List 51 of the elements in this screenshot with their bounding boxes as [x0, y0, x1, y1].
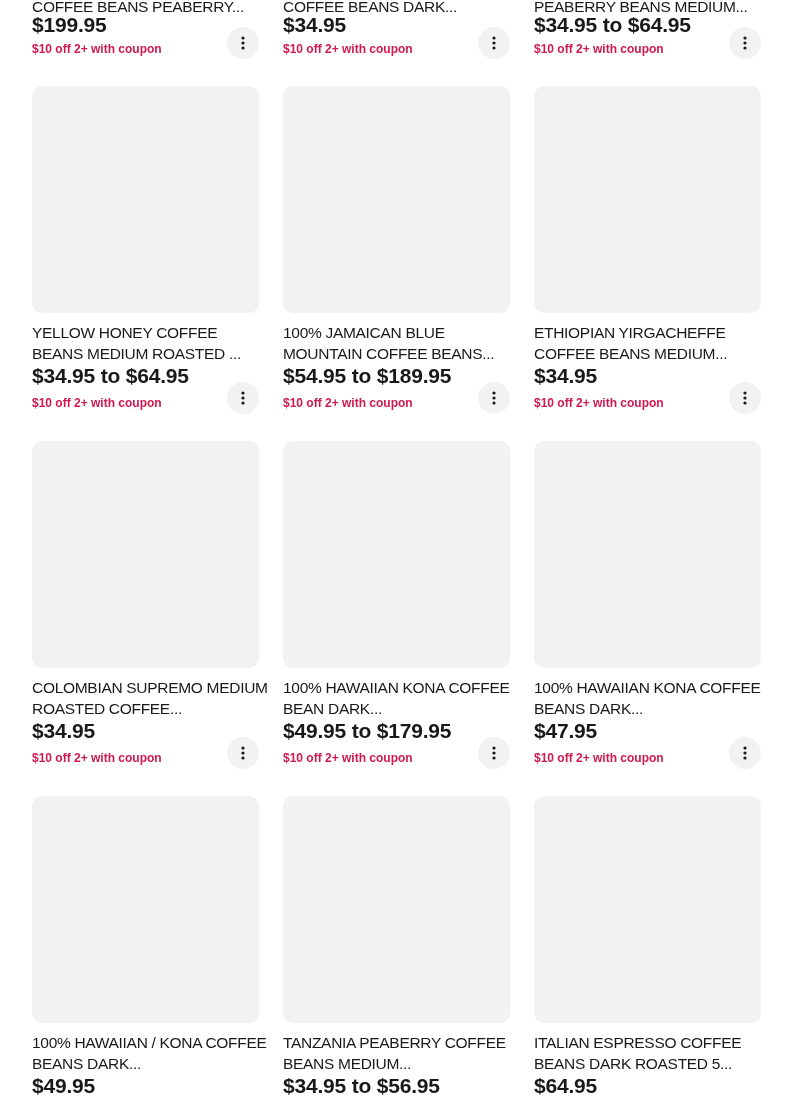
product-price: $34.95 to $64.95 [534, 14, 692, 36]
coupon-text: $10 off 2+ with coupon [534, 751, 664, 765]
more-icon [492, 746, 496, 760]
product-title[interactable]: PEABERRY BEANS MEDIUM... [534, 0, 774, 14]
coupon-text: $10 off 2+ with coupon [534, 396, 664, 410]
product-price: $34.95 [534, 364, 599, 388]
coupon-text: $10 off 2+ with coupon [534, 42, 664, 56]
more-options-button[interactable] [227, 737, 259, 769]
product-price: $49.95 [32, 1074, 97, 1098]
product-price: $49.95 to $179.95 [283, 719, 453, 743]
product-title[interactable]: 100% JAMAICAN BLUE MOUNTAIN COFFEE BEANS... [283, 322, 523, 364]
more-icon [743, 36, 747, 50]
more-icon [241, 36, 245, 50]
product-title[interactable]: COFFEE BEANS PEABERRY... [32, 0, 272, 14]
product-title[interactable]: YELLOW HONEY COFFEE BEANS MEDIUM ROASTED ... [32, 322, 272, 364]
product-title[interactable]: COLOMBIAN SUPREMO MEDIUM ROASTED COFFEE... [32, 677, 272, 719]
coupon-text: $10 off 2+ with coupon [32, 751, 162, 765]
product-price: $34.95 to $64.95 [32, 364, 190, 388]
more-icon [241, 746, 245, 760]
more-options-button[interactable] [729, 27, 761, 59]
product-title[interactable]: COFFEE BEANS DARK... [283, 0, 523, 14]
product-title[interactable]: 100% HAWAIIAN KONA COFFEE BEANS DARK... [534, 677, 774, 719]
product-price: $47.95 [534, 719, 599, 743]
product-price: $54.95 to $189.95 [283, 364, 453, 388]
more-icon [743, 391, 747, 405]
more-options-button[interactable] [478, 737, 510, 769]
more-icon [241, 391, 245, 405]
more-icon [492, 391, 496, 405]
product-title[interactable]: ITALIAN ESPRESSO COFFEE BEANS DARK ROASTED 5... [534, 1032, 774, 1074]
more-options-button[interactable] [227, 27, 259, 59]
coupon-text: $10 off 2+ with coupon [283, 42, 413, 56]
more-options-button[interactable] [729, 737, 761, 769]
more-icon [492, 36, 496, 50]
product-price: $199.95 [32, 14, 108, 36]
product-title[interactable]: 100% HAWAIIAN / KONA COFFEE BEANS DARK... [32, 1032, 272, 1074]
product-price: $34.95 [283, 14, 348, 36]
more-options-button[interactable] [478, 382, 510, 414]
coupon-text: $10 off 2+ with coupon [283, 396, 413, 410]
coupon-text: $10 off 2+ with coupon [283, 751, 413, 765]
coupon-text: $10 off 2+ with coupon [32, 42, 162, 56]
product-price: $64.95 [534, 1074, 599, 1098]
product-title[interactable]: ETHIOPIAN YIRGACHEFFE COFFEE BEANS MEDIUM... [534, 322, 774, 364]
coupon-text: $10 off 2+ with coupon [32, 396, 162, 410]
product-price: $34.95 to $56.95 [283, 1074, 441, 1098]
product-title[interactable]: 100% HAWAIIAN KONA COFFEE BEAN DARK... [283, 677, 523, 719]
product-title[interactable]: TANZANIA PEABERRY COFFEE BEANS MEDIUM... [283, 1032, 523, 1074]
more-options-button[interactable] [478, 27, 510, 59]
more-options-button[interactable] [227, 382, 259, 414]
more-icon [743, 746, 747, 760]
more-options-button[interactable] [729, 382, 761, 414]
product-price: $34.95 [32, 719, 97, 743]
